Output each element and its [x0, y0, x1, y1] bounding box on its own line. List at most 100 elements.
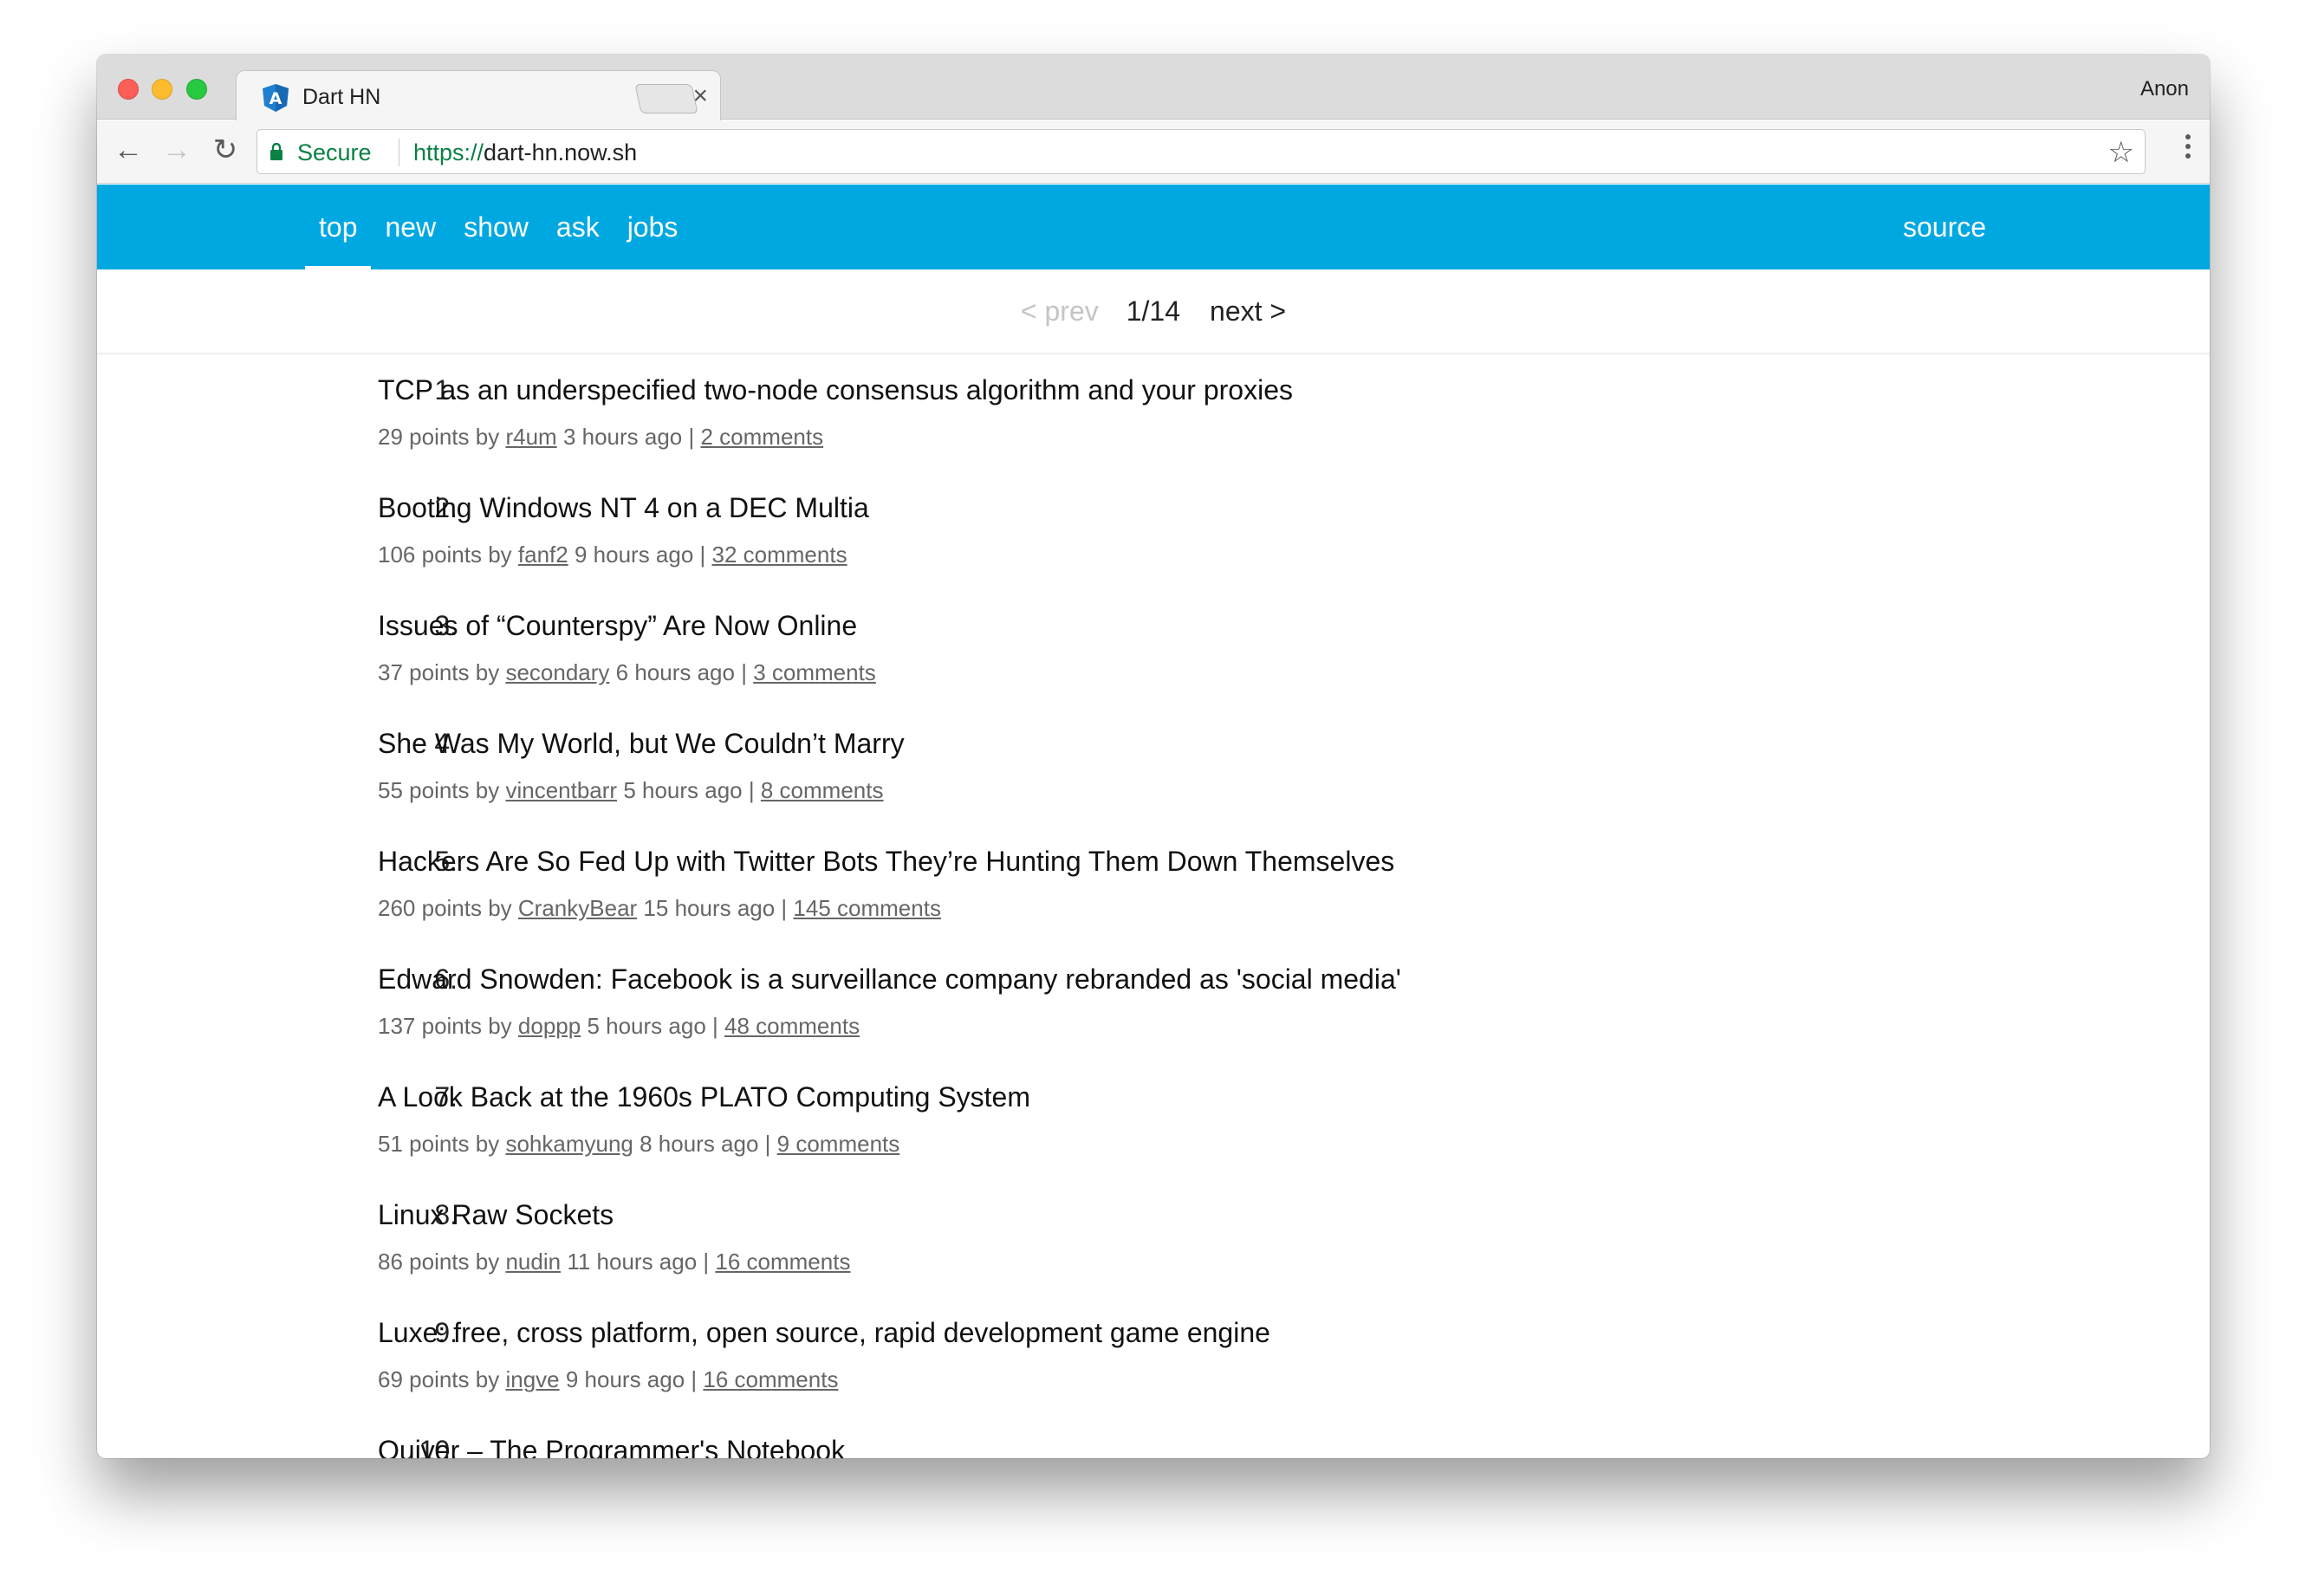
pager: < prev 1/14 next >: [97, 269, 2210, 354]
story-user-link[interactable]: sohkamyung: [505, 1131, 633, 1157]
profile-name[interactable]: Anon: [2140, 77, 2189, 101]
url-host: dart-hn.now.sh: [484, 139, 638, 165]
bookmark-star-icon[interactable]: ☆: [2108, 135, 2134, 170]
browser-toolbar: ← → ↻ Secure https://dart-hn.now.sh ☆: [97, 120, 2210, 184]
new-tab-button[interactable]: [634, 84, 698, 114]
story-user-link[interactable]: nudin: [505, 1249, 561, 1275]
secure-label: Secure: [297, 139, 372, 165]
story-item: 5. Hackers Are So Fed Up with Twitter Bo…: [97, 841, 2210, 959]
story-points: 51 points by: [378, 1131, 500, 1157]
story-points: 69 points by: [378, 1366, 500, 1392]
story-age: 5 hours ago |: [587, 1013, 718, 1039]
story-list: 1. TCP as an underspecified two-node con…: [97, 370, 2210, 1458]
story-points: 37 points by: [378, 659, 500, 685]
tab-strip: A Dart HN × Anon: [97, 55, 2210, 120]
story-comments-link[interactable]: 145 comments: [793, 895, 941, 921]
story-age: 6 hours ago |: [615, 659, 747, 685]
story-meta: 29 points by r4um 3 hours ago | 2 commen…: [378, 422, 823, 451]
source-link[interactable]: source: [1903, 185, 1986, 269]
story-user-link[interactable]: CrankyBear: [518, 895, 637, 921]
story-meta: 260 points by CrankyBear 15 hours ago | …: [378, 893, 941, 923]
browser-window: A Dart HN × Anon ← → ↻ Secure https://da…: [97, 55, 2210, 1458]
story-title-link[interactable]: Booting Windows NT 4 on a DEC Multia: [378, 488, 869, 528]
story-item: 7. A Look Back at the 1960s PLATO Comput…: [97, 1077, 2210, 1195]
page-count: 1/14: [1126, 295, 1181, 327]
story-meta: 86 points by nudin 11 hours ago | 16 com…: [378, 1247, 850, 1276]
story-comments-link[interactable]: 9 comments: [777, 1131, 900, 1157]
app-header: top new show ask jobs source: [97, 185, 2210, 269]
back-arrow-icon[interactable]: ←: [111, 133, 146, 167]
story-user-link[interactable]: ingve: [505, 1366, 559, 1392]
story-meta: 137 points by doppp 5 hours ago | 48 com…: [378, 1011, 860, 1041]
story-points: 137 points by: [378, 1013, 512, 1039]
story-comments-link[interactable]: 8 comments: [761, 777, 884, 803]
story-comments-link[interactable]: 16 comments: [703, 1366, 838, 1392]
story-meta: 55 points by vincentbarr 5 hours ago | 8…: [378, 775, 883, 805]
story-meta: 69 points by ingve 9 hours ago | 16 comm…: [378, 1365, 838, 1394]
story-item: 10. Quiver – The Programmer's Notebook: [97, 1431, 2210, 1458]
story-age: 9 hours ago |: [574, 542, 706, 568]
story-age: 3 hours ago |: [562, 424, 695, 450]
story-item: 1. TCP as an underspecified two-node con…: [97, 370, 2210, 488]
story-comments-link[interactable]: 2 comments: [700, 424, 823, 450]
story-comments-link[interactable]: 16 comments: [715, 1249, 850, 1275]
story-item: 3. Issues of “Counterspy” Are Now Online…: [97, 606, 2210, 723]
url-scheme: https://: [413, 139, 484, 165]
story-points: 29 points by: [378, 424, 500, 450]
page-content: top new show ask jobs source < prev 1/14…: [97, 185, 2210, 1458]
next-page-link[interactable]: next >: [1210, 295, 1286, 328]
story-title-link[interactable]: A Look Back at the 1960s PLATO Computing…: [378, 1077, 1030, 1117]
story-meta: 37 points by secondary 6 hours ago | 3 c…: [378, 658, 876, 687]
story-meta: 106 points by fanf2 9 hours ago | 32 com…: [378, 540, 847, 569]
story-user-link[interactable]: fanf2: [518, 542, 568, 568]
story-age: 11 hours ago |: [567, 1249, 710, 1275]
story-points: 55 points by: [378, 777, 500, 803]
story-item: 9. Luxe: free, cross platform, open sour…: [97, 1313, 2210, 1431]
forward-arrow-icon[interactable]: →: [159, 133, 194, 167]
nav-item-top[interactable]: top: [305, 185, 372, 269]
story-title-link[interactable]: Quiver – The Programmer's Notebook: [378, 1431, 845, 1458]
app-nav: top new show ask jobs: [305, 185, 692, 269]
angular-favicon-icon: A: [263, 84, 289, 112]
story-user-link[interactable]: secondary: [505, 659, 609, 685]
story-comments-link[interactable]: 32 comments: [712, 542, 847, 568]
story-user-link[interactable]: r4um: [505, 424, 556, 450]
close-window-button[interactable]: [118, 79, 139, 100]
story-title-link[interactable]: Edward Snowden: Facebook is a surveillan…: [378, 959, 1401, 999]
nav-item-show[interactable]: show: [450, 185, 542, 269]
story-item: 4. She Was My World, but We Couldn’t Mar…: [97, 723, 2210, 841]
story-title-link[interactable]: TCP as an underspecified two-node consen…: [378, 370, 1293, 410]
lock-icon: [270, 143, 282, 160]
story-points: 260 points by: [378, 895, 512, 921]
story-item: 2. Booting Windows NT 4 on a DEC Multia …: [97, 488, 2210, 606]
zoom-window-button[interactable]: [186, 79, 207, 100]
story-user-link[interactable]: doppp: [518, 1013, 581, 1039]
story-meta: 51 points by sohkamyung 8 hours ago | 9 …: [378, 1129, 899, 1158]
url-text[interactable]: https://dart-hn.now.sh: [413, 139, 637, 166]
story-title-link[interactable]: Hackers Are So Fed Up with Twitter Bots …: [378, 841, 1394, 881]
story-title-link[interactable]: Issues of “Counterspy” Are Now Online: [378, 606, 857, 646]
prev-page-link[interactable]: < prev: [1021, 295, 1099, 328]
story-comments-link[interactable]: 3 comments: [753, 659, 876, 685]
story-title-link[interactable]: Luxe: free, cross platform, open source,…: [378, 1313, 1270, 1353]
story-age: 9 hours ago |: [565, 1366, 698, 1392]
reload-icon[interactable]: ↻: [208, 133, 243, 167]
story-user-link[interactable]: vincentbarr: [505, 777, 617, 803]
address-bar[interactable]: Secure https://dart-hn.now.sh ☆: [256, 129, 2146, 174]
nav-item-jobs[interactable]: jobs: [614, 185, 692, 269]
story-points: 106 points by: [378, 542, 512, 568]
story-age: 5 hours ago |: [623, 777, 755, 803]
story-title-link[interactable]: She Was My World, but We Couldn’t Marry: [378, 723, 905, 763]
story-item: 8. Linux Raw Sockets 86 points by nudin …: [97, 1195, 2210, 1313]
nav-item-ask[interactable]: ask: [542, 185, 614, 269]
tab-title: Dart HN: [302, 85, 381, 109]
svg-text:A: A: [269, 89, 282, 108]
story-age: 8 hours ago |: [640, 1131, 771, 1157]
story-age: 15 hours ago |: [643, 895, 788, 921]
story-title-link[interactable]: Linux Raw Sockets: [378, 1195, 614, 1235]
story-item: 6. Edward Snowden: Facebook is a surveil…: [97, 959, 2210, 1077]
browser-menu-icon[interactable]: [2184, 133, 2192, 167]
story-comments-link[interactable]: 48 comments: [724, 1013, 860, 1039]
nav-item-new[interactable]: new: [371, 185, 450, 269]
minimize-window-button[interactable]: [152, 79, 172, 100]
